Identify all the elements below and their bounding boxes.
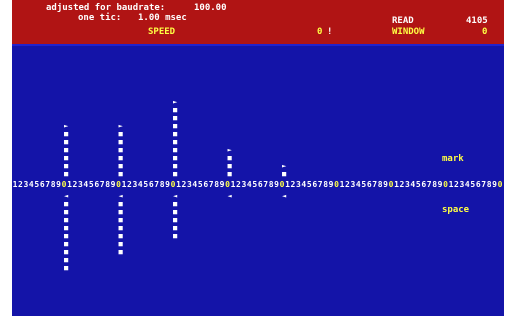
mark-bar-cell: ■ <box>63 146 69 154</box>
space-bar-cell: ■ <box>172 232 178 240</box>
mark-bar-cell: ► <box>63 122 69 130</box>
space-bar-cell: ■ <box>172 216 178 224</box>
timeline-digit: 0 <box>497 180 503 189</box>
space-bar-cell: ■ <box>172 200 178 208</box>
mark-bar-cell: ■ <box>118 162 123 170</box>
mark-bar-cell: ■ <box>227 162 232 170</box>
mark-bar-cell: ► <box>227 146 232 154</box>
tic-timeline: 1234567890123456789012345678901234567890… <box>12 180 504 189</box>
mark-bar-cell: ■ <box>118 154 123 162</box>
status-header: adjusted for baudrate: 100.00 one tic: 1… <box>12 0 504 44</box>
mark-bar-cell: ■ <box>172 106 178 114</box>
baudrate-analyzer-window: adjusted for baudrate: 100.00 one tic: 1… <box>12 0 504 316</box>
mark-label: mark <box>442 154 464 164</box>
space-bar-cell: ■ <box>63 256 69 264</box>
space-bar-cell: ■ <box>63 240 69 248</box>
space-bar-cell: ■ <box>63 264 69 272</box>
mark-bar-cell: ► <box>118 122 123 130</box>
mark-bar-cell: ■ <box>172 162 178 170</box>
space-bar-cell: ■ <box>63 208 69 216</box>
mark-bar-cell: ► <box>281 162 287 170</box>
mark-bar-cell: ■ <box>118 170 123 178</box>
baudrate-label: adjusted for baudrate: <box>46 3 166 13</box>
space-bar-cell: ■ <box>118 224 123 232</box>
read-value: 4105 <box>466 16 488 26</box>
space-bar-cell: ■ <box>118 200 123 208</box>
mark-bar-cell: ■ <box>118 138 123 146</box>
space-bar-cell: ■ <box>172 224 178 232</box>
mark-bar-cell: ■ <box>63 170 69 178</box>
tic-label: one tic: <box>78 13 122 23</box>
mark-bar-cell: ■ <box>63 162 69 170</box>
mark-bar-cell: ■ <box>172 154 178 162</box>
mark-bar-cell: ■ <box>172 170 178 178</box>
window-value: 0 <box>482 27 488 37</box>
mark-bar-cell: ■ <box>172 146 178 154</box>
mark-bar-cell: ■ <box>118 130 123 138</box>
space-bar-cell: ■ <box>63 200 69 208</box>
space-bar-cell: ■ <box>118 208 123 216</box>
space-bar-cell: ◄ <box>118 192 123 200</box>
space-bar-cell: ■ <box>63 224 69 232</box>
mark-bar-cell: ■ <box>227 170 232 178</box>
speed-marker: ! <box>327 27 333 37</box>
space-bar-cell: ■ <box>63 248 69 256</box>
header-divider <box>12 44 504 46</box>
space-bar-cell: ■ <box>63 232 69 240</box>
mark-bar-cell: ■ <box>118 146 123 154</box>
mark-bar-cell: ■ <box>172 138 178 146</box>
space-bar-cell: ◄ <box>63 192 69 200</box>
speed-value: 0 <box>317 27 323 37</box>
mark-bar-cell: ■ <box>63 138 69 146</box>
space-bar-cell: ■ <box>118 248 123 256</box>
read-label: READ <box>392 16 414 26</box>
baudrate-value: 100.00 <box>194 3 227 13</box>
space-bar-cell: ◄ <box>172 192 178 200</box>
tic-value: 1.00 msec <box>138 13 187 23</box>
space-bar-cell: ■ <box>172 208 178 216</box>
mark-bar-cell: ■ <box>227 154 232 162</box>
window-label: WINDOW <box>392 27 425 37</box>
mark-bar-cell: ■ <box>172 114 178 122</box>
space-bar-cell: ◄ <box>227 192 232 200</box>
mark-bar-cell: ■ <box>63 130 69 138</box>
mark-bar-cell: ■ <box>63 154 69 162</box>
space-bar-cell: ■ <box>118 240 123 248</box>
mark-bar-cell: ■ <box>172 122 178 130</box>
space-bar-cell: ◄ <box>281 192 287 200</box>
mark-bar-cell: ► <box>172 98 178 106</box>
space-bar-cell: ■ <box>63 216 69 224</box>
space-label: space <box>442 205 470 215</box>
speed-label: SPEED <box>148 27 176 37</box>
mark-bar-cell: ■ <box>172 130 178 138</box>
space-bar-cell: ■ <box>118 232 123 240</box>
space-bar-cell: ■ <box>118 216 123 224</box>
mark-bar-cell: ■ <box>281 170 287 178</box>
